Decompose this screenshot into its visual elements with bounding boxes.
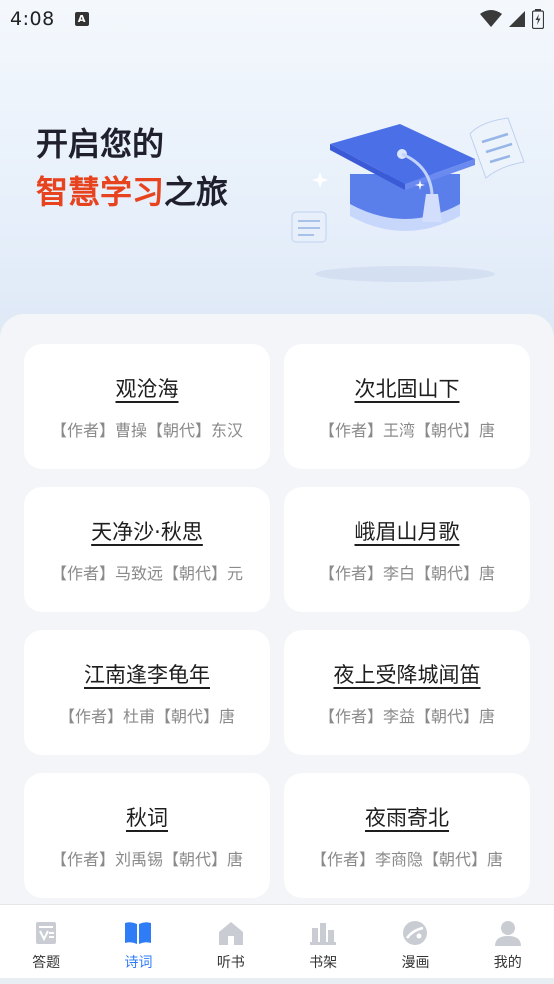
- hero-line-2: 智慧学习之旅: [36, 168, 228, 216]
- hero-line-1: 开启您的: [36, 125, 165, 163]
- poem-title[interactable]: 秋词: [126, 802, 168, 832]
- profile-icon: [494, 919, 522, 947]
- tab-poetry[interactable]: 诗词: [98, 919, 178, 972]
- tab-listen[interactable]: 听书: [191, 919, 271, 972]
- signal-icon: [509, 11, 525, 27]
- comic-icon: [401, 919, 429, 947]
- tab-quiz[interactable]: 答题: [6, 919, 86, 972]
- hero-accent-text: 智慧学习: [36, 173, 165, 211]
- poem-grid: 观沧海 【作者】曹操【朝代】东汉 次北固山下 【作者】王湾【朝代】唐 天净沙·秋…: [24, 344, 530, 898]
- status-time: 4:08: [10, 8, 55, 30]
- tab-comic-label: 漫画: [401, 955, 430, 971]
- poem-title[interactable]: 夜雨寄北: [365, 802, 449, 832]
- poem-meta: 【作者】杜甫【朝代】唐: [58, 706, 235, 726]
- poem-card[interactable]: 秋词 【作者】刘禹锡【朝代】唐: [24, 773, 270, 898]
- tab-bookshelf[interactable]: 书架: [283, 919, 363, 972]
- poem-card[interactable]: 次北固山下 【作者】王湾【朝代】唐: [284, 344, 530, 469]
- poem-card[interactable]: 观沧海 【作者】曹操【朝代】东汉: [24, 344, 270, 469]
- status-bar: 4:08 A: [0, 0, 554, 38]
- poem-meta: 【作者】马致远【朝代】元: [50, 563, 243, 583]
- poem-card[interactable]: 夜雨寄北 【作者】李商隐【朝代】唐: [284, 773, 530, 898]
- bookshelf-icon: [309, 919, 337, 947]
- tab-quiz-label: 答题: [32, 955, 61, 971]
- home-icon: [217, 919, 245, 947]
- poem-title[interactable]: 观沧海: [116, 373, 179, 403]
- poem-meta: 【作者】王湾【朝代】唐: [318, 420, 495, 440]
- tab-comic[interactable]: 漫画: [375, 919, 455, 972]
- tab-poetry-label: 诗词: [124, 955, 153, 971]
- battery-icon: [532, 9, 544, 29]
- poem-card[interactable]: 夜上受降城闻笛 【作者】李益【朝代】唐: [284, 630, 530, 755]
- poem-card[interactable]: 天净沙·秋思 【作者】马致远【朝代】元: [24, 487, 270, 612]
- poem-title[interactable]: 夜上受降城闻笛: [334, 659, 481, 689]
- poem-title[interactable]: 江南逢李龟年: [84, 659, 210, 689]
- wifi-icon: [480, 10, 502, 27]
- graduation-cap-icon: [291, 117, 525, 282]
- tab-bookshelf-label: 书架: [309, 955, 338, 971]
- tab-profile[interactable]: 我的: [468, 919, 548, 972]
- tab-profile-label: 我的: [493, 955, 522, 971]
- poem-meta: 【作者】李白【朝代】唐: [318, 563, 495, 583]
- poem-title[interactable]: 次北固山下: [355, 373, 460, 403]
- quiz-icon: [32, 919, 60, 947]
- poem-meta: 【作者】曹操【朝代】东汉: [50, 420, 243, 440]
- poem-title[interactable]: 峨眉山月歌: [355, 516, 460, 546]
- tab-listen-label: 听书: [216, 955, 245, 971]
- bottom-tab-bar: 答题 诗词 听书 书架 漫画 我的: [0, 904, 554, 984]
- book-open-icon: [124, 919, 152, 947]
- notification-badge-icon: A: [74, 12, 89, 26]
- gesture-bar: [0, 978, 554, 984]
- hero-rest-text: 之旅: [164, 173, 229, 211]
- poem-meta: 【作者】李益【朝代】唐: [318, 706, 495, 726]
- poem-meta: 【作者】刘禹锡【朝代】唐: [50, 849, 243, 869]
- poem-card[interactable]: 江南逢李龟年 【作者】杜甫【朝代】唐: [24, 630, 270, 755]
- poem-meta: 【作者】李商隐【朝代】唐: [310, 849, 503, 869]
- poem-title[interactable]: 天净沙·秋思: [91, 516, 203, 546]
- status-indicators: [480, 9, 544, 29]
- poem-card[interactable]: 峨眉山月歌 【作者】李白【朝代】唐: [284, 487, 530, 612]
- hero-title: 开启您的 智慧学习之旅: [36, 120, 228, 216]
